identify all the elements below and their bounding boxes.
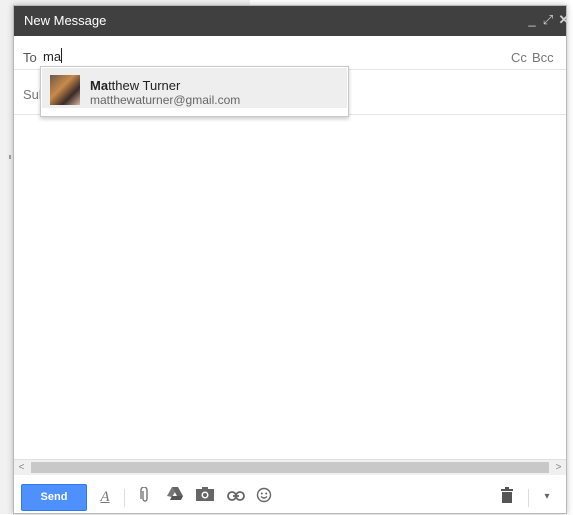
toolbar-divider — [528, 489, 529, 507]
scroll-left-icon[interactable]: < — [14, 460, 29, 475]
compose-titlebar[interactable]: New Message _ ⤢ ✕ — [14, 6, 569, 36]
trash-icon[interactable] — [500, 487, 514, 507]
bcc-link[interactable]: Bcc — [532, 50, 554, 65]
close-icon[interactable]: ✕ — [556, 12, 572, 28]
suggestion-name: Matthew Turner — [90, 78, 180, 93]
suggestion-name-rest: tthew Turner — [108, 78, 181, 93]
send-button[interactable]: Send — [21, 484, 87, 511]
to-row: To Cc Bcc — [14, 36, 566, 70]
photo-icon[interactable] — [196, 487, 214, 507]
suggestion-name-match: Ma — [90, 78, 109, 93]
toolbar-divider — [124, 489, 125, 507]
minimize-icon[interactable]: _ — [524, 12, 540, 28]
drive-icon[interactable] — [167, 487, 183, 507]
message-body[interactable] — [9, 115, 566, 458]
attach-icon[interactable] — [138, 486, 152, 507]
scrollbar-thumb[interactable] — [31, 462, 549, 473]
more-options-icon[interactable]: ▾ — [541, 487, 553, 507]
body-edge-marker — [9, 155, 11, 159]
to-input[interactable] — [43, 46, 463, 66]
horizontal-scrollbar[interactable]: < > — [14, 459, 566, 475]
emoji-icon[interactable] — [255, 487, 273, 507]
compose-toolbar: Send A ▾ — [14, 475, 566, 515]
formatting-icon[interactable]: A — [98, 487, 112, 507]
scroll-right-icon[interactable]: > — [551, 460, 566, 475]
link-icon[interactable] — [226, 487, 246, 507]
autocomplete-popup: Matthew Turner matthewaturner@gmail.com — [40, 66, 349, 117]
suggestion-email: matthewaturner@gmail.com — [90, 93, 241, 107]
avatar — [50, 75, 80, 105]
expand-icon[interactable]: ⤢ — [540, 12, 556, 28]
autocomplete-suggestion[interactable]: Matthew Turner matthewaturner@gmail.com — [42, 68, 347, 108]
text-cursor — [61, 48, 62, 63]
cc-link[interactable]: Cc — [511, 50, 527, 65]
to-label: To — [23, 50, 37, 65]
compose-title: New Message — [24, 13, 107, 28]
